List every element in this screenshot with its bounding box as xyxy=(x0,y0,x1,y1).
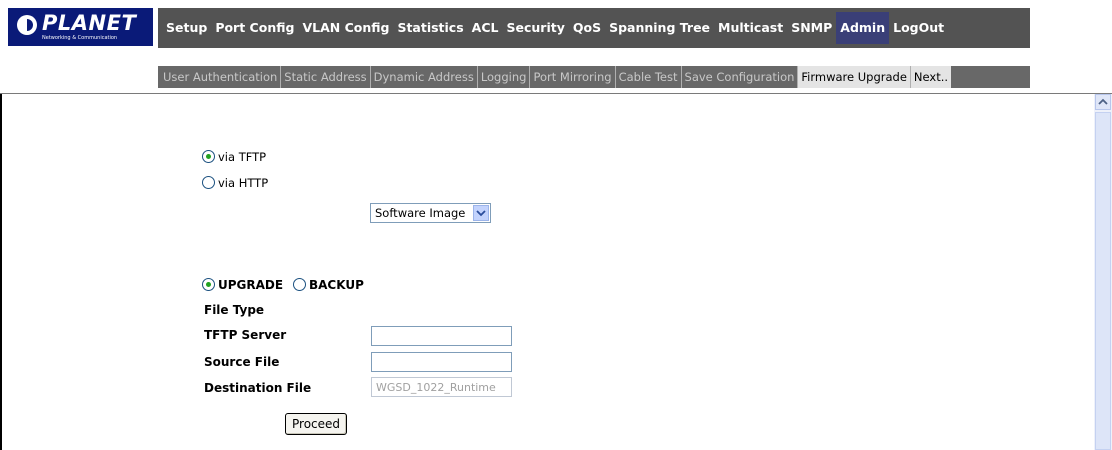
sub-nav-logging[interactable]: Logging xyxy=(478,66,531,88)
vertical-scrollbar[interactable] xyxy=(1094,94,1112,450)
backup-radio[interactable] xyxy=(293,278,306,291)
via-tftp-label: via TFTP xyxy=(218,150,267,164)
planet-logo-mark xyxy=(17,15,37,35)
proceed-button[interactable]: Proceed xyxy=(285,413,347,435)
main-nav-logout[interactable]: LogOut xyxy=(889,12,948,44)
main-nav-port-config[interactable]: Port Config xyxy=(211,12,298,44)
upgrade-label: UPGRADE xyxy=(218,278,284,292)
sub-nav-next[interactable]: Next.. xyxy=(910,66,952,88)
via-http-label: via HTTP xyxy=(218,176,269,190)
file-type-value: Software Image xyxy=(375,206,466,220)
destination-file-label: Destination File xyxy=(204,381,312,395)
main-nav-vlan-config[interactable]: VLAN Config xyxy=(298,12,393,44)
main-nav-setup[interactable]: Setup xyxy=(162,12,211,44)
sub-nav-port-mirroring[interactable]: Port Mirroring xyxy=(530,66,616,88)
header: PLANET Networking & Communication Setup … xyxy=(0,0,1112,94)
chevron-up-icon[interactable] xyxy=(1095,94,1111,110)
main-nav-multicast[interactable]: Multicast xyxy=(714,12,787,44)
sub-nav-cable-test[interactable]: Cable Test xyxy=(616,66,682,88)
sub-nav-dynamic-address[interactable]: Dynamic Address xyxy=(371,66,478,88)
planet-logo: PLANET Networking & Communication xyxy=(8,8,153,46)
upgrade-radio[interactable] xyxy=(202,278,215,291)
main-nav-acl[interactable]: ACL xyxy=(468,12,503,44)
via-tftp-radio[interactable] xyxy=(202,150,215,163)
tftp-server-input[interactable] xyxy=(371,326,512,346)
backup-label: BACKUP xyxy=(309,278,364,292)
source-file-label: Source File xyxy=(204,355,280,369)
main-nav: Setup Port Config VLAN Config Statistics… xyxy=(158,8,1030,48)
brand-name: PLANET xyxy=(42,11,137,35)
main-nav-admin[interactable]: Admin xyxy=(836,12,890,44)
via-http-radio[interactable] xyxy=(202,176,215,189)
main-nav-qos[interactable]: QoS xyxy=(569,12,605,44)
chevron-down-icon xyxy=(473,205,489,221)
destination-file-input xyxy=(371,377,512,397)
source-file-input[interactable] xyxy=(371,352,512,372)
file-type-select[interactable]: Software Image xyxy=(370,203,491,223)
main-nav-security[interactable]: Security xyxy=(503,12,569,44)
main-nav-statistics[interactable]: Statistics xyxy=(393,12,467,44)
sub-nav-static-address[interactable]: Static Address xyxy=(281,66,371,88)
sub-nav-user-authentication[interactable]: User Authentication xyxy=(160,66,282,88)
sub-nav-save-configuration[interactable]: Save Configuration xyxy=(682,66,799,88)
main-nav-spanning-tree[interactable]: Spanning Tree xyxy=(605,12,714,44)
scrollbar-thumb[interactable] xyxy=(1095,112,1111,450)
main-nav-snmp[interactable]: SNMP xyxy=(787,12,836,44)
file-type-label: File Type xyxy=(204,303,265,317)
brand-tagline: Networking & Communication xyxy=(42,35,118,41)
firmware-upgrade-panel: via TFTP via HTTP UPGRADE BACKUP File Ty… xyxy=(2,94,1094,450)
sub-nav-firmware-upgrade[interactable]: Firmware Upgrade xyxy=(798,66,911,88)
tftp-server-label: TFTP Server xyxy=(204,328,287,342)
sub-nav: User Authentication Static Address Dynam… xyxy=(158,66,1030,88)
